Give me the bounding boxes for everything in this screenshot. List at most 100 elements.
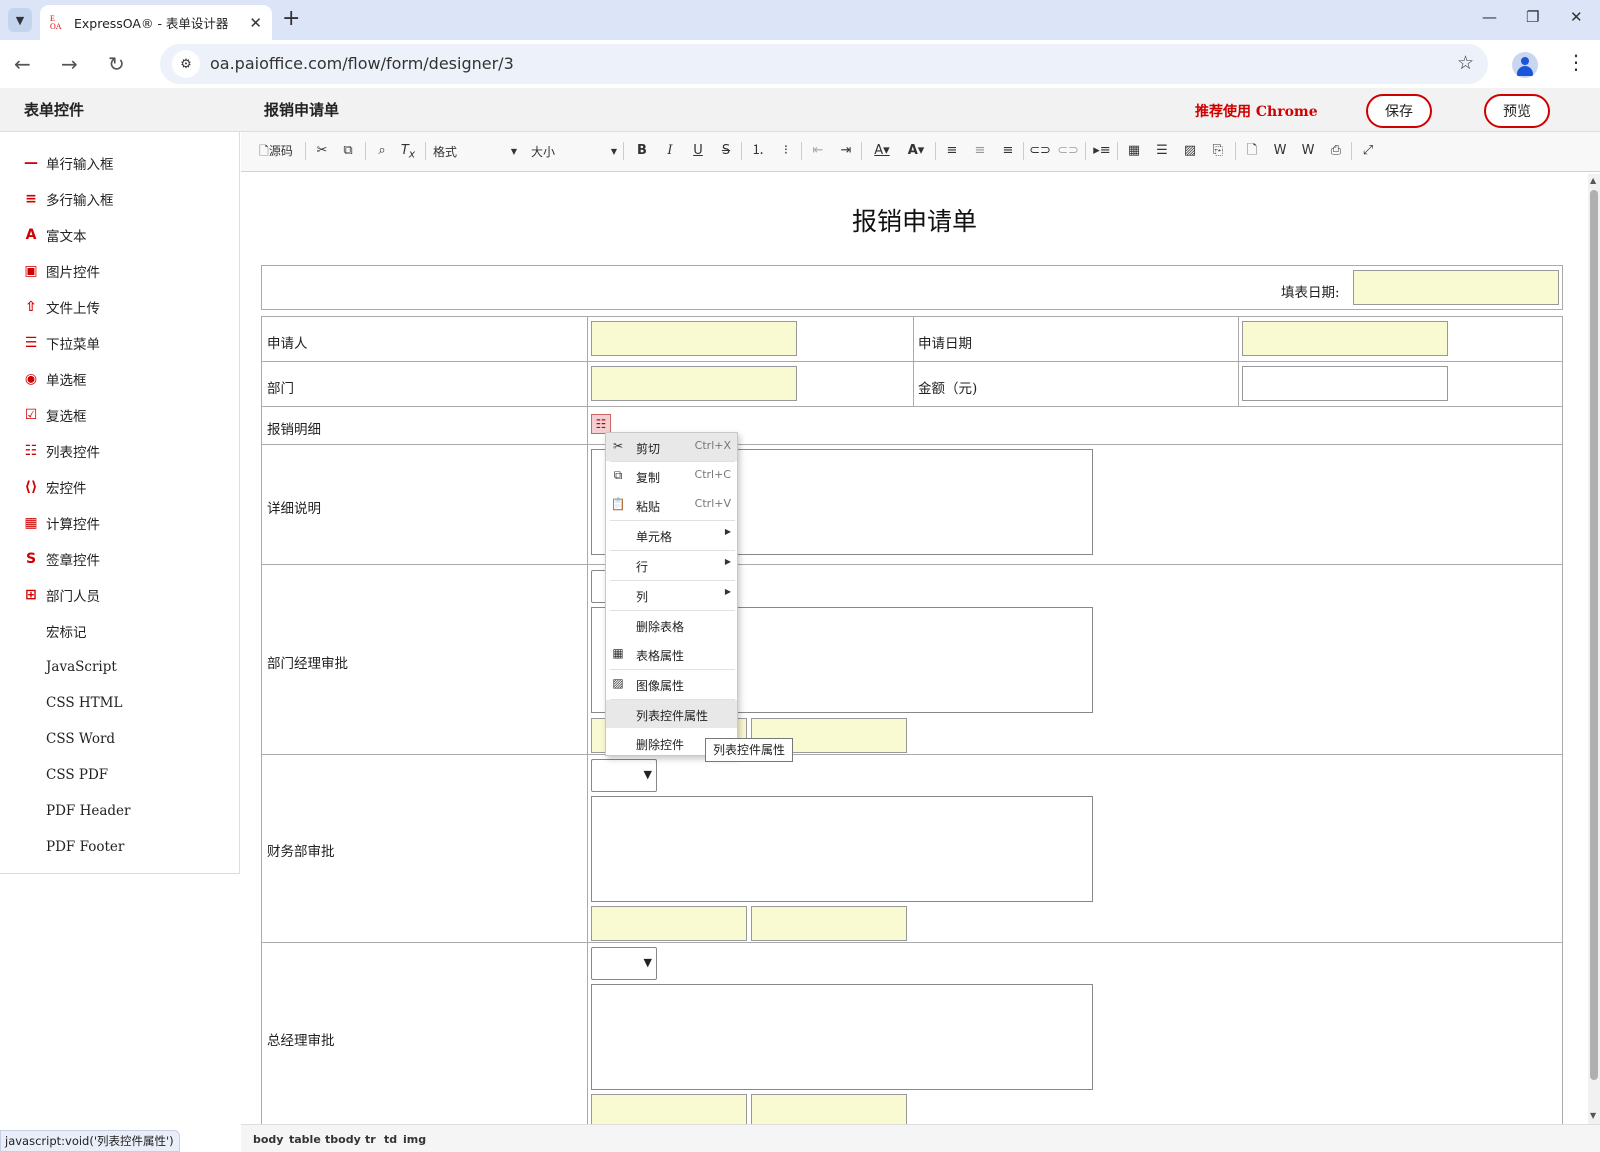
department-field[interactable] bbox=[591, 366, 797, 401]
path-item-body[interactable]: body bbox=[253, 1133, 283, 1146]
sidebar-item-javascript[interactable]: JavaScript bbox=[46, 655, 117, 679]
sidebar-item-macro[interactable]: ⟨⟩ 宏控件 bbox=[20, 475, 87, 499]
bulleted-list-icon[interactable]: ⁝ bbox=[775, 140, 797, 162]
size-select[interactable]: 大小 ▼ bbox=[531, 141, 617, 163]
word-export-icon[interactable]: W bbox=[1297, 140, 1319, 162]
scrollbar-thumb[interactable] bbox=[1590, 190, 1598, 1080]
link-icon[interactable]: ⊂⊃ bbox=[1029, 140, 1051, 162]
sidebar-item-calculator[interactable]: ▦ 计算控件 bbox=[20, 511, 100, 535]
source-button[interactable]: 🗋源码 bbox=[253, 140, 299, 162]
path-item-tr[interactable]: tr bbox=[365, 1133, 376, 1146]
applicant-field[interactable] bbox=[591, 321, 797, 356]
pdf-icon[interactable]: ⎙ bbox=[1325, 140, 1347, 162]
sidebar-item-image[interactable]: ▣ 图片控件 bbox=[20, 259, 100, 283]
menu-item-paste[interactable]: 📋 粘贴 Ctrl+V bbox=[606, 491, 737, 519]
unlink-icon[interactable]: ⊂⊃ bbox=[1057, 140, 1079, 162]
background-color-icon[interactable]: A▾ bbox=[901, 140, 931, 162]
sidebar-item-single-line[interactable]: — 单行输入框 bbox=[20, 151, 114, 175]
numbered-list-icon[interactable]: ⒈ bbox=[747, 140, 769, 162]
strikethrough-icon[interactable]: S bbox=[715, 140, 737, 162]
path-item-td[interactable]: td bbox=[384, 1133, 397, 1146]
copy-icon[interactable]: ⧉ bbox=[337, 140, 359, 162]
finance-date-field[interactable] bbox=[751, 906, 907, 941]
insert-image-icon[interactable]: ▨ bbox=[1179, 140, 1201, 162]
save-button[interactable]: 保存 bbox=[1366, 94, 1432, 128]
gm-select[interactable]: ▼ bbox=[591, 947, 657, 980]
blockquote-icon[interactable]: ▸≡ bbox=[1091, 140, 1113, 162]
sidebar-item-department[interactable]: ⊞ 部门人员 bbox=[20, 583, 100, 607]
find-icon[interactable]: ⌕ bbox=[371, 140, 393, 162]
menu-item-column[interactable]: 列 ▶ bbox=[606, 581, 737, 609]
menu-item-cut[interactable]: ✂ 剪切 Ctrl+X bbox=[606, 433, 737, 461]
sidebar-item-signature[interactable]: S 签章控件 bbox=[20, 547, 100, 571]
sidebar-item-dropdown[interactable]: ☰ 下拉菜单 bbox=[20, 331, 100, 355]
bookmark-star-icon[interactable]: ☆ bbox=[1457, 52, 1474, 74]
menu-item-delete-table[interactable]: 删除表格 bbox=[606, 611, 737, 639]
forward-arrow-icon[interactable]: → bbox=[61, 52, 78, 76]
horizontal-rule-icon[interactable]: ☰ bbox=[1151, 140, 1173, 162]
maximize-icon[interactable]: ⤢ bbox=[1357, 140, 1379, 162]
close-icon[interactable]: ✕ bbox=[249, 14, 262, 32]
outdent-icon[interactable]: ⇤ bbox=[807, 140, 829, 162]
sidebar-item-macro-tag[interactable]: 宏标记 bbox=[46, 619, 87, 643]
window-close-icon[interactable]: ✕ bbox=[1570, 8, 1583, 26]
word-template-icon[interactable]: W bbox=[1269, 140, 1291, 162]
tab-list-button[interactable]: ▼ bbox=[8, 8, 32, 32]
url-text[interactable]: oa.paioffice.com/flow/form/designer/3 bbox=[210, 54, 514, 73]
sidebar-item-checkbox[interactable]: ☑ 复选框 bbox=[20, 403, 87, 427]
apply-date-field[interactable] bbox=[1242, 321, 1448, 356]
editor-scrollbar[interactable]: ▲ ▼ bbox=[1588, 174, 1600, 1124]
finance-textarea[interactable] bbox=[591, 796, 1093, 902]
sidebar-item-rich-text[interactable]: A 富文本 bbox=[20, 223, 87, 247]
fill-date-field[interactable] bbox=[1353, 270, 1559, 305]
menu-item-row[interactable]: 行 ▶ bbox=[606, 551, 737, 579]
gm-textarea[interactable] bbox=[591, 984, 1093, 1090]
sidebar-item-list[interactable]: ☷ 列表控件 bbox=[20, 439, 100, 463]
menu-item-copy[interactable]: ⧉ 复制 Ctrl+C bbox=[606, 462, 737, 490]
gm-sign-field[interactable] bbox=[591, 1094, 747, 1124]
path-item-tbody[interactable]: tbody bbox=[325, 1133, 361, 1146]
browser-tab[interactable]: E OA ExpressOA® - 表单设计器 ✕ bbox=[40, 5, 272, 40]
sidebar-item-pdf-header[interactable]: PDF Header bbox=[46, 799, 130, 823]
path-item-img[interactable]: img bbox=[403, 1133, 426, 1146]
finance-sign-field[interactable] bbox=[591, 906, 747, 941]
gm-date-field[interactable] bbox=[751, 1094, 907, 1124]
align-right-icon[interactable]: ≡ bbox=[997, 140, 1019, 162]
sidebar-item-css-html[interactable]: CSS HTML bbox=[46, 691, 122, 715]
profile-avatar-icon[interactable] bbox=[1512, 52, 1538, 78]
menu-item-table-properties[interactable]: ▦ 表格属性 bbox=[606, 640, 737, 668]
sidebar-item-pdf-footer[interactable]: PDF Footer bbox=[46, 835, 124, 859]
minimize-icon[interactable]: — bbox=[1482, 8, 1497, 26]
scroll-down-icon[interactable]: ▼ bbox=[1590, 1111, 1596, 1120]
restore-icon[interactable]: ❐ bbox=[1526, 8, 1539, 26]
text-color-icon[interactable]: A▾ bbox=[867, 140, 897, 162]
amount-field[interactable] bbox=[1242, 366, 1448, 401]
address-bar[interactable]: ⚙ oa.paioffice.com/flow/form/designer/3 … bbox=[160, 44, 1488, 84]
site-settings-icon[interactable]: ⚙ bbox=[172, 50, 200, 78]
menu-item-image-properties[interactable]: ▨ 图像属性 bbox=[606, 670, 737, 698]
menu-item-cell[interactable]: 单元格 ▶ bbox=[606, 521, 737, 549]
sidebar-item-multi-line[interactable]: ≡ 多行输入框 bbox=[20, 187, 113, 211]
underline-icon[interactable]: U bbox=[687, 140, 709, 162]
path-item-table[interactable]: table bbox=[289, 1133, 321, 1146]
indent-icon[interactable]: ⇥ bbox=[835, 140, 857, 162]
bold-icon[interactable]: B bbox=[631, 140, 653, 162]
reload-icon[interactable]: ↻ bbox=[108, 52, 125, 76]
menu-item-list-control-properties[interactable]: 列表控件属性 bbox=[606, 700, 737, 728]
table-icon[interactable]: ▦ bbox=[1123, 140, 1145, 162]
scroll-up-icon[interactable]: ▲ bbox=[1590, 176, 1596, 185]
format-select[interactable]: 格式 ▼ bbox=[433, 141, 517, 163]
back-arrow-icon[interactable]: ← bbox=[14, 52, 31, 76]
sidebar-item-file-upload[interactable]: ⇧ 文件上传 bbox=[20, 295, 100, 319]
italic-icon[interactable]: I bbox=[659, 140, 681, 162]
remove-format-icon[interactable]: Tx bbox=[397, 140, 419, 162]
list-control-icon[interactable]: ☷ bbox=[591, 414, 611, 434]
preview-button[interactable]: 预览 bbox=[1484, 94, 1550, 128]
document-icon[interactable]: 🗋 bbox=[1241, 140, 1263, 162]
editor-content[interactable]: 报销申请单 填表日期: 申请人 申请日期 部门 金额（元) 报销明细 ☷ 详细说… bbox=[241, 174, 1588, 1124]
new-tab-icon[interactable]: + bbox=[282, 6, 300, 31]
browser-menu-icon[interactable]: ⋮ bbox=[1566, 50, 1586, 74]
finance-select[interactable]: ▼ bbox=[591, 759, 657, 792]
sidebar-item-css-word[interactable]: CSS Word bbox=[46, 727, 115, 751]
cut-icon[interactable]: ✂ bbox=[311, 140, 333, 162]
